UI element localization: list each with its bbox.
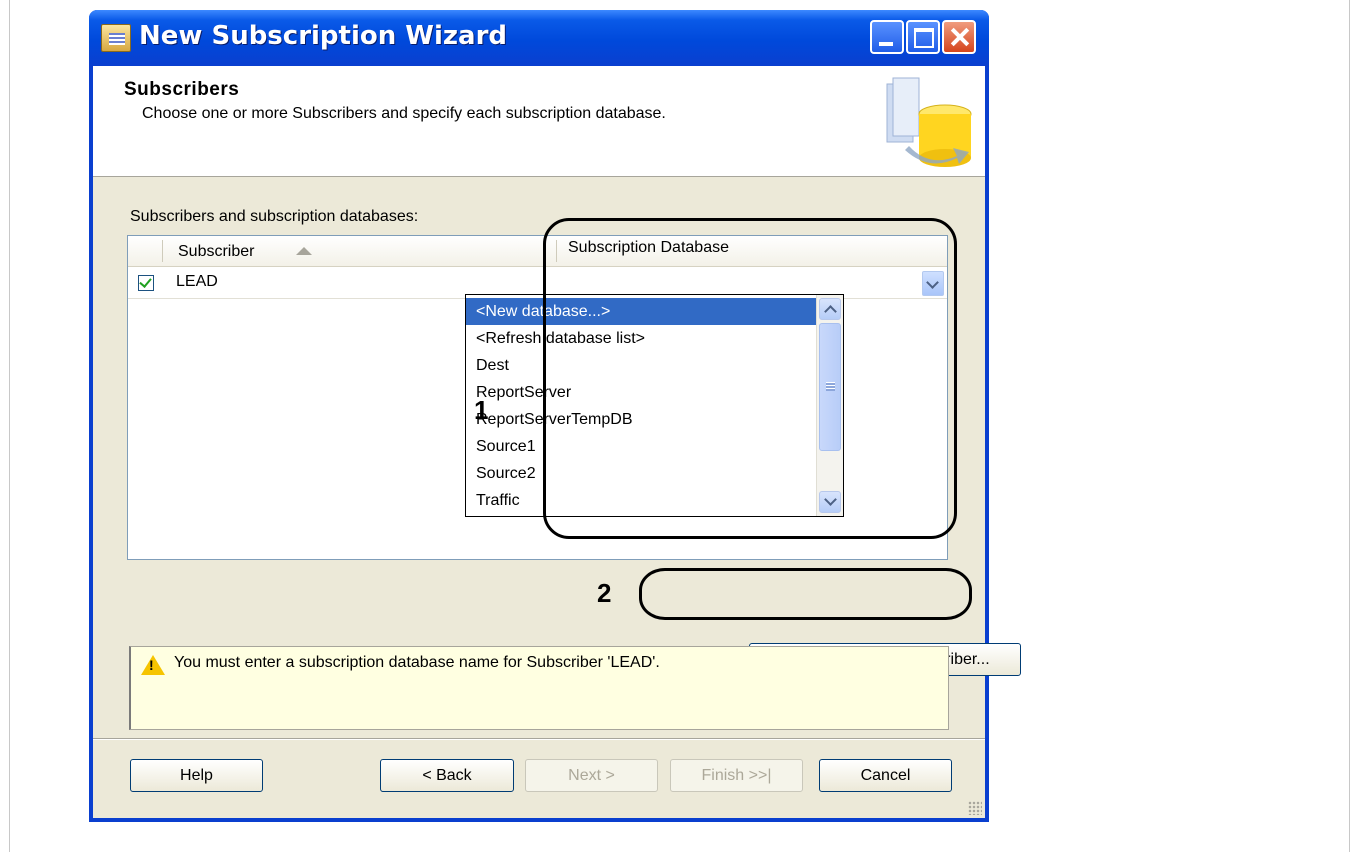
- close-button[interactable]: [942, 20, 976, 54]
- validation-message-box: ! You must enter a subscription database…: [129, 646, 949, 730]
- help-button[interactable]: Help: [130, 759, 263, 792]
- cancel-button[interactable]: Cancel: [819, 759, 952, 792]
- warning-exclamation: !: [149, 657, 154, 673]
- window-title: New Subscription Wizard: [139, 21, 508, 51]
- minimize-button[interactable]: [870, 20, 904, 54]
- warning-text: You must enter a subscription database n…: [174, 654, 660, 671]
- callout-outline-2: [639, 568, 972, 620]
- back-button[interactable]: < Back: [380, 759, 514, 792]
- callout-number-1: 1: [474, 395, 489, 425]
- footer-divider-highlight: [93, 739, 985, 740]
- title-bar[interactable]: New Subscription Wizard: [89, 10, 989, 66]
- maximize-button[interactable]: [906, 20, 940, 54]
- page-border-left: [9, 0, 10, 852]
- next-button[interactable]: Next >: [525, 759, 658, 792]
- resize-grip-icon[interactable]: [968, 801, 982, 815]
- callout-number-2: 2: [597, 578, 612, 608]
- page-border-right: [1349, 0, 1350, 852]
- wizard-app-icon: [101, 24, 131, 52]
- finish-button[interactable]: Finish >>|: [670, 759, 803, 792]
- callout-outline-1: [543, 218, 957, 539]
